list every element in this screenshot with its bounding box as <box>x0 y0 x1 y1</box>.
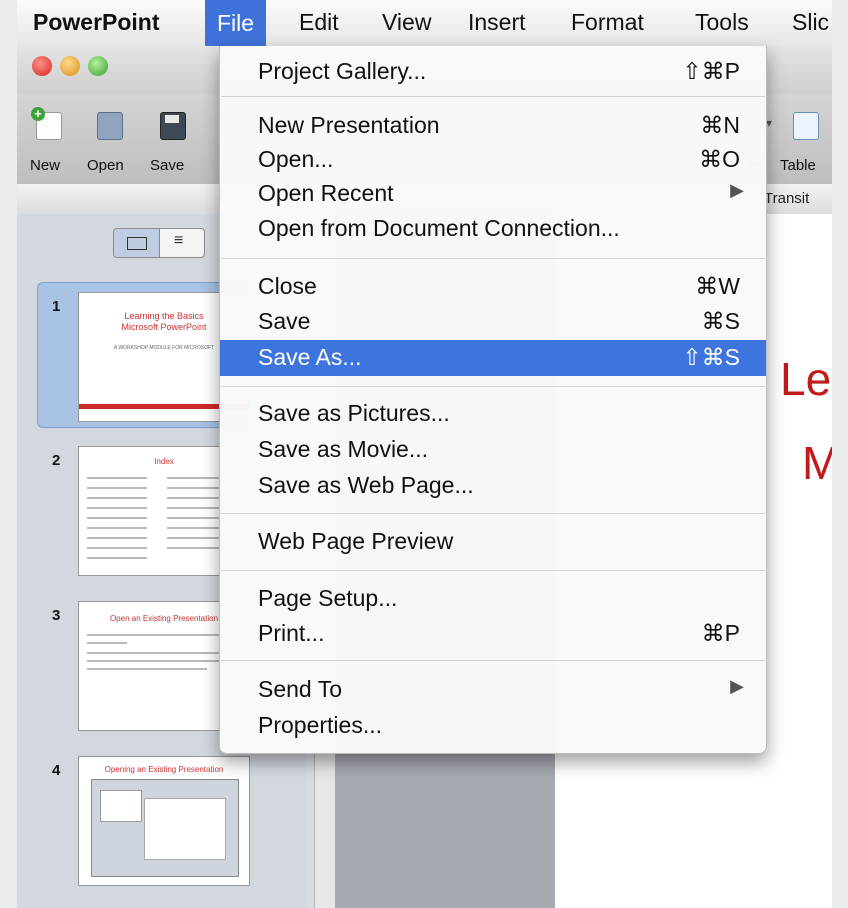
slide-title-text: M <box>802 437 832 489</box>
slide-number: 3 <box>52 607 61 624</box>
menu-item-label: Save as Movie... <box>258 436 429 462</box>
menu-item-page-setup[interactable]: Page Setup... <box>220 581 766 615</box>
menu-item-save[interactable]: Save ⌘S <box>220 304 766 338</box>
slide-number: 4 <box>52 762 61 779</box>
menu-item-shortcut: ⌘S <box>701 308 740 334</box>
menu-item-label: Print... <box>258 620 325 646</box>
menu-item-shortcut: ⇧⌘S <box>682 344 740 370</box>
menu-separator <box>221 570 765 571</box>
slides-view-button[interactable] <box>114 229 160 257</box>
menu-item-shortcut: ⌘O <box>699 146 740 172</box>
menu-slide-show[interactable]: Slic <box>792 9 829 36</box>
menu-bar: PowerPoint File Edit View Insert Format … <box>17 0 832 47</box>
minimize-window-button[interactable] <box>60 56 80 76</box>
menu-item-open[interactable]: Open... ⌘O <box>220 142 766 176</box>
open-button-label: Open <box>87 157 124 174</box>
menu-item-project-gallery[interactable]: Project Gallery... ⇧⌘P <box>220 54 766 88</box>
menu-item-properties[interactable]: Properties... <box>220 708 766 742</box>
menu-item-save-as-pictures[interactable]: Save as Pictures... <box>220 396 766 430</box>
tab-transitions[interactable]: Transit <box>764 190 809 207</box>
menu-item-label: Open Recent <box>258 180 394 206</box>
menu-format[interactable]: Format <box>571 9 644 36</box>
menu-item-label: Web Page Preview <box>258 528 454 554</box>
menu-file[interactable]: File <box>205 0 267 46</box>
new-document-icon: + <box>31 107 62 140</box>
menu-edit[interactable]: Edit <box>299 9 339 36</box>
outline-view-icon[interactable]: ≡ <box>174 232 183 250</box>
menu-item-label: Save as Web Page... <box>258 472 474 498</box>
slide-thumbnail-4[interactable]: Opening an Existing Presentation <box>78 756 250 886</box>
menu-item-label: Close <box>258 273 317 299</box>
slide-number: 2 <box>52 452 61 469</box>
slide-number: 1 <box>52 298 61 315</box>
menu-item-print[interactable]: Print... ⌘P <box>220 616 766 650</box>
table-grid-icon[interactable] <box>793 112 819 140</box>
menu-app-powerpoint[interactable]: PowerPoint <box>33 9 160 36</box>
menu-item-new-presentation[interactable]: New Presentation ⌘N <box>220 108 766 142</box>
menu-item-label: Open from Document Connection... <box>258 215 620 241</box>
menu-item-shortcut: ⌘P <box>701 620 740 646</box>
menu-item-label: Save <box>258 308 311 334</box>
menu-item-open-from-document-connection[interactable]: Open from Document Connection... <box>220 211 766 245</box>
powerpoint-window: PowerPoint File Edit View Insert Format … <box>17 0 832 908</box>
menu-item-shortcut: ⌘N <box>700 112 740 138</box>
menu-item-open-recent[interactable]: Open Recent ▶ <box>220 176 766 210</box>
menu-item-label: Save as Pictures... <box>258 400 450 426</box>
close-window-button[interactable] <box>32 56 52 76</box>
zoom-window-button[interactable] <box>88 56 108 76</box>
file-menu: Project Gallery... ⇧⌘P New Presentation … <box>219 46 767 754</box>
table-button-label[interactable]: Table <box>780 157 816 174</box>
menu-item-save-as-web-page[interactable]: Save as Web Page... <box>220 468 766 502</box>
view-toggle[interactable]: ≡ <box>113 228 205 258</box>
menu-item-save-as[interactable]: Save As... ⇧⌘S <box>220 340 766 376</box>
menu-item-label: Project Gallery... <box>258 58 427 84</box>
menu-tools[interactable]: Tools <box>695 9 749 36</box>
slides-view-icon <box>127 237 147 250</box>
menu-separator <box>221 660 765 661</box>
menu-item-shortcut: ⌘W <box>695 273 740 299</box>
menu-item-shortcut: ⇧⌘P <box>682 58 740 84</box>
new-button-label: New <box>30 157 61 174</box>
submenu-arrow-icon: ▶ <box>730 676 744 696</box>
open-folder-icon <box>97 112 123 140</box>
menu-separator <box>221 386 765 387</box>
menu-item-label: Page Setup... <box>258 585 398 611</box>
menu-separator <box>221 96 765 97</box>
menu-view[interactable]: View <box>382 9 431 36</box>
menu-item-close[interactable]: Close ⌘W <box>220 269 766 303</box>
menu-item-label: New Presentation <box>258 112 440 138</box>
menu-separator <box>221 513 765 514</box>
save-button-label: Save <box>150 157 185 174</box>
menu-item-send-to[interactable]: Send To ▶ <box>220 672 766 706</box>
slide-title-text: Le <box>780 353 832 405</box>
menu-item-label: Properties... <box>258 712 382 738</box>
menu-separator <box>221 258 765 259</box>
menu-item-label: Send To <box>258 676 342 702</box>
menu-item-save-as-movie[interactable]: Save as Movie... <box>220 432 766 466</box>
menu-item-label: Open... <box>258 146 334 172</box>
slide-title: Opening an Existing Presentation <box>104 765 224 774</box>
submenu-arrow-icon: ▶ <box>730 180 744 200</box>
save-disk-icon <box>160 112 186 140</box>
menu-insert[interactable]: Insert <box>468 9 526 36</box>
menu-item-web-page-preview[interactable]: Web Page Preview <box>220 524 766 558</box>
screenshot-image <box>91 779 239 877</box>
menu-item-label: Save As... <box>258 344 362 370</box>
